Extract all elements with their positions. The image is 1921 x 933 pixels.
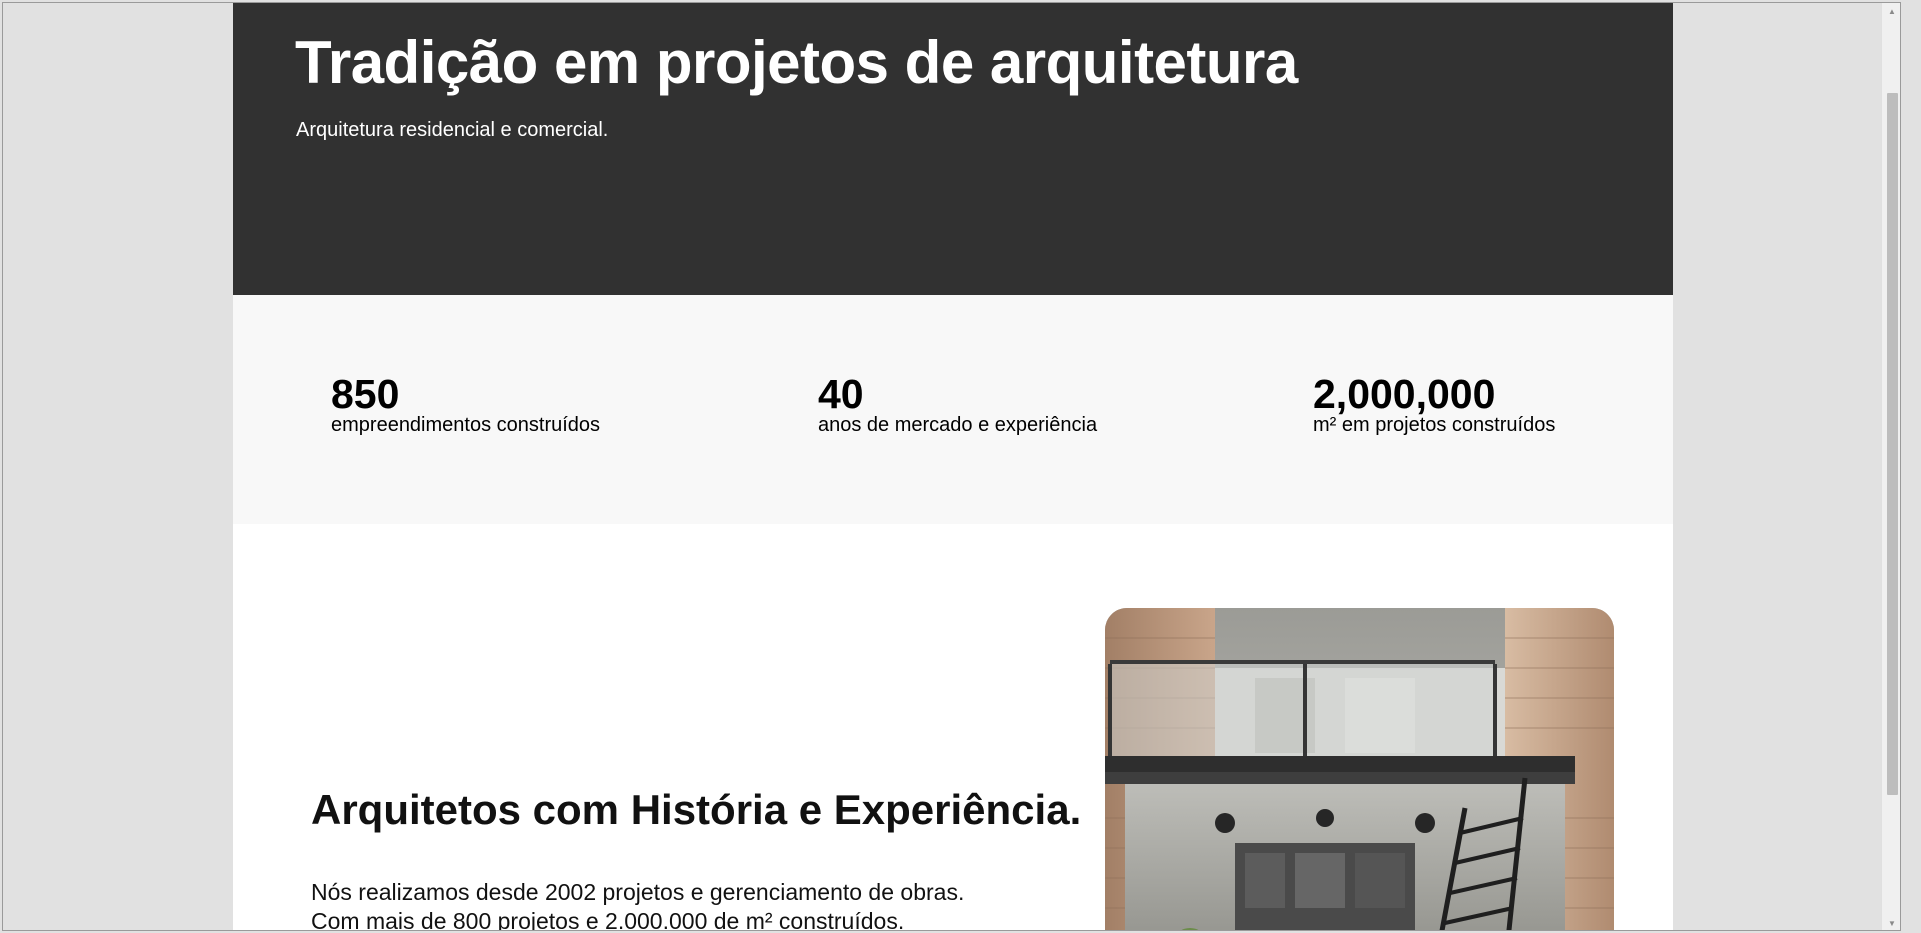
scrollbar-thumb[interactable] [1887, 93, 1898, 795]
vertical-scrollbar[interactable]: ▲ ▼ [1881, 3, 1900, 930]
hero-subtitle: Arquitetura residencial e comercial. [296, 119, 609, 141]
about-text-line-2: Com mais de 800 projetos e 2.000.000 de … [311, 908, 905, 931]
web-page: Tradição em projetos de arquitetura Arqu… [233, 3, 1673, 931]
stat-years: 40 anos de mercado e experiência [818, 371, 1098, 437]
stat-buildings: 850 empreendimentos construídos [331, 371, 601, 437]
browser-window: Tradição em projetos de arquitetura Arqu… [2, 2, 1901, 931]
stat-value: 40 [818, 371, 864, 417]
stat-label: empreendimentos construídos [331, 414, 601, 436]
about-text: Nós realizamos desde 2002 projetos e ger… [311, 878, 1091, 931]
about-text-line-1: Nós realizamos desde 2002 projetos e ger… [311, 879, 965, 905]
stat-label: m² em projetos construídos [1313, 414, 1556, 436]
scroll-down-arrow-icon[interactable]: ▼ [1882, 915, 1900, 930]
hero-section: Tradição em projetos de arquitetura Arqu… [233, 3, 1673, 295]
hero-title: Tradição em projetos de arquitetura [295, 29, 1298, 96]
stat-area: 2,000,000 m² em projetos construídos [1313, 371, 1556, 437]
loft-interior-photo [1105, 608, 1614, 930]
about-section: Arquitetos com História e Experiência. N… [233, 524, 1673, 931]
stats-section: 850 empreendimentos construídos 40 anos … [233, 295, 1673, 524]
stat-value: 2,000,000 [1313, 371, 1496, 417]
scroll-up-arrow-icon[interactable]: ▲ [1882, 3, 1900, 20]
about-heading: Arquitetos com História e Experiência. [311, 786, 1082, 833]
stat-label: anos de mercado e experiência [818, 414, 1098, 436]
stat-value: 850 [331, 371, 400, 417]
